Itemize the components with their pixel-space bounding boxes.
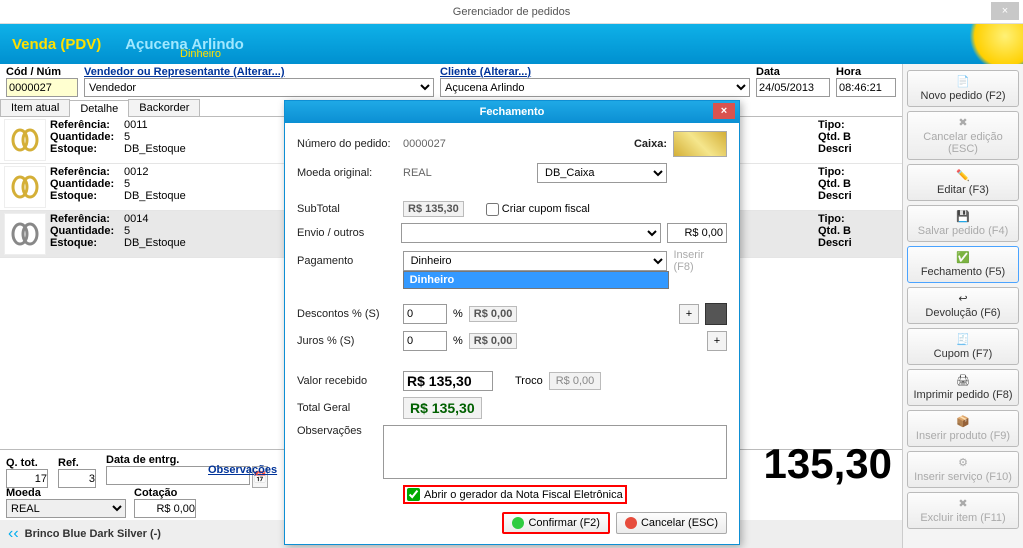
valor-recebido-input[interactable] [403,371,493,391]
new-icon: 📄 [956,75,970,89]
trash-icon: ✖ [956,497,970,511]
app-titlebar: Gerenciador de pedidos × [0,0,1023,24]
cash-image [673,131,727,157]
fechamento-dialog: Fechamento × Número do pedido: 0000027 C… [284,100,740,545]
chevron-left-icon: ‹‹ [8,525,19,543]
check-circle-icon [512,517,524,529]
head-hora-label: Hora [836,66,896,78]
fechamento-button[interactable]: ✅Fechamento (F5) [907,246,1019,283]
head-cliente-label[interactable]: Cliente (Alterar...) [440,66,750,78]
juros-plus-button[interactable]: + [707,331,727,351]
window-close-button[interactable]: × [991,2,1019,20]
desconto-pct-input[interactable] [403,304,447,324]
tab-detalhe[interactable]: Detalhe [69,100,129,117]
head-cod-label: Cód / Núm [6,66,78,78]
inserir-produto-button[interactable]: 📦Inserir produto (F9) [907,410,1019,447]
ref-input[interactable] [58,469,96,488]
inserir-pagamento-button[interactable]: Inserir (F8) [673,249,727,273]
save-icon: 💾 [956,210,970,224]
desconto-plus-button[interactable]: + [679,304,699,324]
editar-button[interactable]: ✏️Editar (F3) [907,164,1019,201]
pagamento-option-dinheiro[interactable]: Dinheiro [404,272,668,288]
cancelar-button[interactable]: Cancelar (ESC) [616,512,727,534]
cotacao-input[interactable] [134,499,196,518]
pagamento-select[interactable]: Dinheiro [403,251,668,271]
obs-link[interactable]: Observações [208,464,277,476]
dialog-title: Fechamento [480,106,545,118]
item-thumb [4,166,46,208]
pagamento-dropdown-list: Dinheiro [403,271,669,289]
observacoes-textarea[interactable] [383,425,727,479]
envio-select[interactable] [401,223,661,243]
context-bar: Venda (PDV) Açucena Arlindo Dinheiro [0,24,1023,64]
tab-item-atual[interactable]: Item atual [0,99,70,116]
troco-value: R$ 0,00 [549,372,602,390]
confirmar-button[interactable]: Confirmar (F2) [502,512,610,534]
cancel-circle-icon [625,517,637,529]
mode-label: Venda (PDV) [12,36,101,53]
footer-item-name: Brinco Blue Dark Silver (-) [25,528,161,540]
head-hora-input[interactable] [836,78,896,97]
salvar-button[interactable]: 💾Salvar pedido (F4) [907,205,1019,242]
head-data-label: Data [756,66,830,78]
head-cliente-select[interactable]: Açucena Arlindo [440,78,750,97]
head-cod-input[interactable] [6,78,78,97]
printer-icon: 🖨 [956,374,970,388]
qtot-input[interactable] [6,469,48,488]
head-vendedor-label[interactable]: Vendedor ou Representante (Alterar...) [84,66,434,78]
subtotal-value: R$ 135,30 [403,201,464,217]
excluir-item-button[interactable]: ✖Excluir item (F11) [907,492,1019,529]
caixa-select[interactable]: DB_Caixa [537,163,667,183]
return-icon: ↩ [956,292,970,306]
devolucao-button[interactable]: ↩Devolução (F6) [907,287,1019,324]
item-thumb [4,213,46,255]
head-data-input[interactable] [756,78,830,97]
gear-icon: ⚙ [956,456,970,470]
head-vendedor-select[interactable]: Vendedor [84,78,434,97]
action-sidebar: 📄Novo pedido (F2) ✖Cancelar edição (ESC)… [903,64,1023,548]
criar-cupom-checkbox[interactable]: Criar cupom fiscal [486,203,590,216]
novo-pedido-button[interactable]: 📄Novo pedido (F2) [907,70,1019,107]
juros-pct-input[interactable] [403,331,447,351]
box-icon: 📦 [956,415,970,429]
cancel-icon: ✖ [956,116,970,130]
dialog-titlebar: Fechamento × [285,101,739,123]
item-thumb [4,119,46,161]
grand-total: 135,30 [764,440,892,488]
cancelar-edicao-button[interactable]: ✖Cancelar edição (ESC) [907,111,1019,160]
brand-decoration [963,24,1023,64]
total-geral-value: R$ 135,30 [403,397,482,419]
moeda-select[interactable]: REAL [6,499,126,518]
receipt-icon: 🧾 [956,333,970,347]
nfe-checkbox[interactable]: Abrir o gerador da Nota Fiscal Eletrônic… [403,485,627,504]
pencil-icon: ✏️ [956,169,970,183]
tab-backorder[interactable]: Backorder [128,99,200,116]
inserir-servico-button[interactable]: ⚙Inserir serviço (F10) [907,451,1019,488]
app-title: Gerenciador de pedidos [453,6,570,18]
cupom-button[interactable]: 🧾Cupom (F7) [907,328,1019,365]
context-payment: Dinheiro [180,48,221,60]
check-icon: ✅ [956,251,970,265]
envio-value-input[interactable] [667,223,727,243]
calculator-icon[interactable] [705,303,727,325]
imprimir-button[interactable]: 🖨Imprimir pedido (F8) [907,369,1019,406]
dialog-close-button[interactable]: × [713,103,735,119]
